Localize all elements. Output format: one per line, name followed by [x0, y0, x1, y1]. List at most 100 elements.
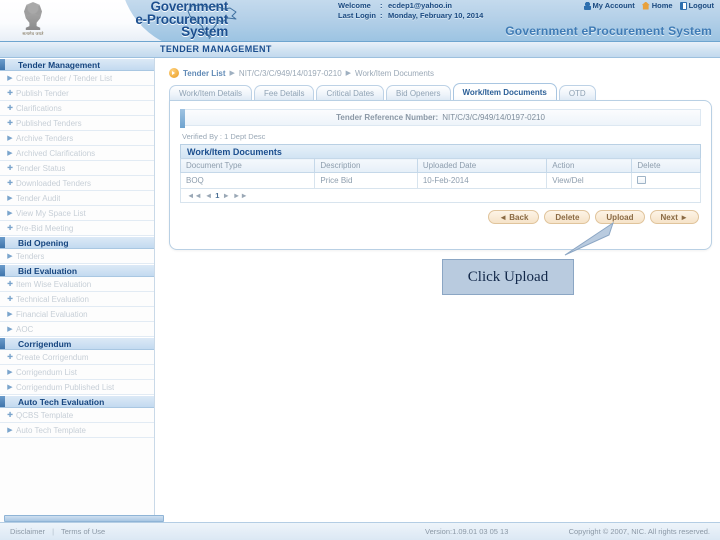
sidebar-item-tenders[interactable]: ▶ Tenders: [0, 249, 154, 264]
disclaimer-link[interactable]: Disclaimer: [10, 527, 45, 536]
sidebar-group-corrigendum: Corrigendum: [0, 337, 154, 350]
sidebar-bullet-icon: ✚: [7, 164, 13, 172]
site-title: Government eProcurement System: [505, 24, 712, 38]
sidebar-bullet-icon: ✚: [7, 295, 13, 303]
sidebar-item-corrigendum-list[interactable]: ▶ Corrigendum List: [0, 365, 154, 380]
action-button-row: ◄ Back Delete Upload Next ►: [180, 210, 701, 224]
breadcrumb-current: Work/Item Documents: [355, 68, 435, 78]
table-pager: ◄◄ ◄ 1 ► ►►: [180, 189, 701, 203]
sidebar-item-financial-evaluation[interactable]: ▶ Financial Evaluation: [0, 307, 154, 322]
sidebar-bullet-icon: ▶: [7, 134, 13, 142]
sidebar-item-publish-tender[interactable]: ✚ Publish Tender: [0, 86, 154, 101]
verified-by-text: Verified By : 1 Dept Desc: [182, 132, 266, 141]
sidebar-bullet-icon: ✚: [7, 179, 13, 187]
tender-reference-label: Tender Reference Number: [336, 113, 436, 122]
pager-current-page[interactable]: 1: [215, 191, 219, 200]
tab-bar: Work/Item Details Fee Details Critical Dat…: [169, 83, 712, 100]
national-emblem: सत्यमेव जयते: [12, 2, 54, 40]
sidebar-bullet-icon: ✚: [7, 353, 13, 361]
header-links: My Account Home Logout: [583, 1, 714, 10]
body-wrapper: Tender Management ▶ Create Tender / Tender…: [0, 58, 720, 522]
welcome-value: ecdep1@yahoo.in: [388, 1, 452, 10]
pager-last[interactable]: ►►: [233, 191, 248, 200]
logout-icon: [679, 1, 687, 10]
sidebar-item-qcbs-template[interactable]: ✚ QCBS Template: [0, 408, 154, 423]
sidebar-item-label: Tender Audit: [16, 193, 61, 203]
sidebar-item-archive-tenders[interactable]: ▶ Archive Tenders: [0, 131, 154, 146]
terms-of-use-link[interactable]: Terms of Use: [61, 527, 105, 536]
sidebar-bullet-icon: ▶: [7, 310, 13, 318]
sidebar-item-item-wise-evaluation[interactable]: ✚ Item Wise Evaluation: [0, 277, 154, 292]
sidebar-item-label: Tender Status: [16, 163, 66, 173]
sidebar-item-label: Corrigendum Published List: [16, 382, 115, 392]
my-account-label: My Account: [592, 1, 635, 10]
sidebar-item-label: Publish Tender: [16, 88, 69, 98]
sidebar-bullet-icon: ✚: [7, 280, 13, 288]
next-button[interactable]: Next ►: [649, 210, 699, 224]
tender-reference-colon: :: [435, 113, 439, 122]
sidebar-bullet-icon: ▶: [7, 383, 13, 391]
sidebar-item-pre-bid-meeting[interactable]: ✚ Pre-Bid Meeting: [0, 221, 154, 236]
my-account-link[interactable]: My Account: [583, 1, 635, 10]
logout-link[interactable]: Logout: [679, 1, 714, 10]
sidebar-item-label: Downloaded Tenders: [16, 178, 92, 188]
documents-table-body: BOQ Price Bid 10-Feb-2014 View/Del: [179, 172, 701, 189]
pager-first[interactable]: ◄◄: [187, 191, 202, 200]
delete-checkbox[interactable]: [637, 175, 647, 184]
tab-work-item-details[interactable]: Work/Item Details: [169, 85, 252, 100]
sidebar-bullet-icon: ▶: [7, 426, 13, 434]
sidebar-bullet-icon: ▶: [7, 209, 13, 217]
sidebar-item-label: AOC: [16, 324, 34, 334]
pager-next[interactable]: ►: [222, 191, 229, 200]
welcome-row: Welcome : ecdep1@yahoo.in: [338, 1, 483, 11]
callout-text: Click Upload: [467, 268, 549, 285]
pager-prev[interactable]: ◄: [205, 191, 212, 200]
sidebar-item-auto-tech-template[interactable]: ▶ Auto Tech Template: [0, 423, 154, 438]
sidebar-item-tender-audit[interactable]: ▶ Tender Audit: [0, 191, 154, 206]
lastlogin-value: Monday, February 10, 2014: [388, 10, 484, 20]
tab-work-item-documents[interactable]: Work/Item Documents: [452, 83, 557, 100]
back-button[interactable]: ◄ Back: [488, 210, 540, 224]
delete-cell: [631, 172, 701, 189]
tab-fee-details[interactable]: Fee Details: [253, 85, 315, 100]
sidebar-item-create-tender-tender-list[interactable]: ▶ Create Tender / Tender List: [0, 71, 154, 86]
view-delete-link[interactable]: View/Del: [546, 172, 633, 189]
home-link[interactable]: Home: [641, 1, 673, 10]
sidebar-item-create-corrigendum[interactable]: ✚ Create Corrigendum: [0, 350, 154, 365]
main-content: Tender List ▶ NIT/C/3/C/949/14/0197-0210…: [155, 58, 720, 522]
sidebar-bullet-icon: ▶: [7, 252, 13, 260]
breadcrumb-tender-list[interactable]: Tender List: [183, 69, 226, 78]
horizontal-scrollbar[interactable]: [4, 515, 164, 522]
sidebar-item-label: Financial Evaluation: [16, 309, 88, 319]
sidebar-item-clarifications[interactable]: ✚ Clarifications: [0, 101, 154, 116]
sidebar-item-aoc[interactable]: ▶ AOC: [0, 322, 154, 337]
sidebar-item-published-tenders[interactable]: ✚ Published Tenders: [0, 116, 154, 131]
sidebar-item-label: Archived Clarifications: [16, 148, 96, 158]
page-band: TENDER MANAGEMENT: [0, 42, 720, 58]
emblem-caption: सत्यमेव जयते: [22, 31, 44, 36]
sidebar-item-label: Item Wise Evaluation: [16, 279, 92, 289]
tab-critical-dates[interactable]: Critical Dates: [316, 85, 385, 100]
sidebar-item-label: Create Corrigendum: [16, 352, 89, 362]
sidebar-item-label: Tenders: [16, 251, 45, 261]
sidebar-bullet-icon: ✚: [7, 411, 13, 419]
column-header-uploaded-date: Uploaded Date: [416, 158, 548, 173]
breadcrumb: Tender List ▶ NIT/C/3/C/949/14/0197-0210…: [169, 68, 712, 78]
sidebar-item-archived-clarifications[interactable]: ▶ Archived Clarifications: [0, 146, 154, 161]
breadcrumb-tender-id: NIT/C/3/C/949/14/0197-0210: [238, 68, 342, 78]
breadcrumb-separator-1: ▶: [229, 70, 235, 77]
home-icon: [641, 1, 650, 10]
sidebar-item-label: QCBS Template: [16, 410, 74, 420]
sidebar-item-technical-evaluation[interactable]: ✚ Technical Evaluation: [0, 292, 154, 307]
sidebar-bullet-icon: ✚: [7, 89, 13, 97]
sidebar-bullet-icon: ✚: [7, 119, 13, 127]
sidebar-item-view-my-space-list[interactable]: ▶ View My Space List: [0, 206, 154, 221]
tab-bid-openers[interactable]: Bid Openers: [386, 85, 451, 100]
sidebar-item-corrigendum-published-list[interactable]: ▶ Corrigendum Published List: [0, 380, 154, 395]
sidebar-bullet-icon: ▶: [7, 368, 13, 376]
document-type-cell: BOQ: [179, 172, 316, 189]
india-map-icon: [187, 4, 237, 40]
sidebar-item-downloaded-tenders[interactable]: ✚ Downloaded Tenders: [0, 176, 154, 191]
sidebar-item-tender-status[interactable]: ✚ Tender Status: [0, 161, 154, 176]
tab-otd[interactable]: OTD: [558, 85, 596, 100]
